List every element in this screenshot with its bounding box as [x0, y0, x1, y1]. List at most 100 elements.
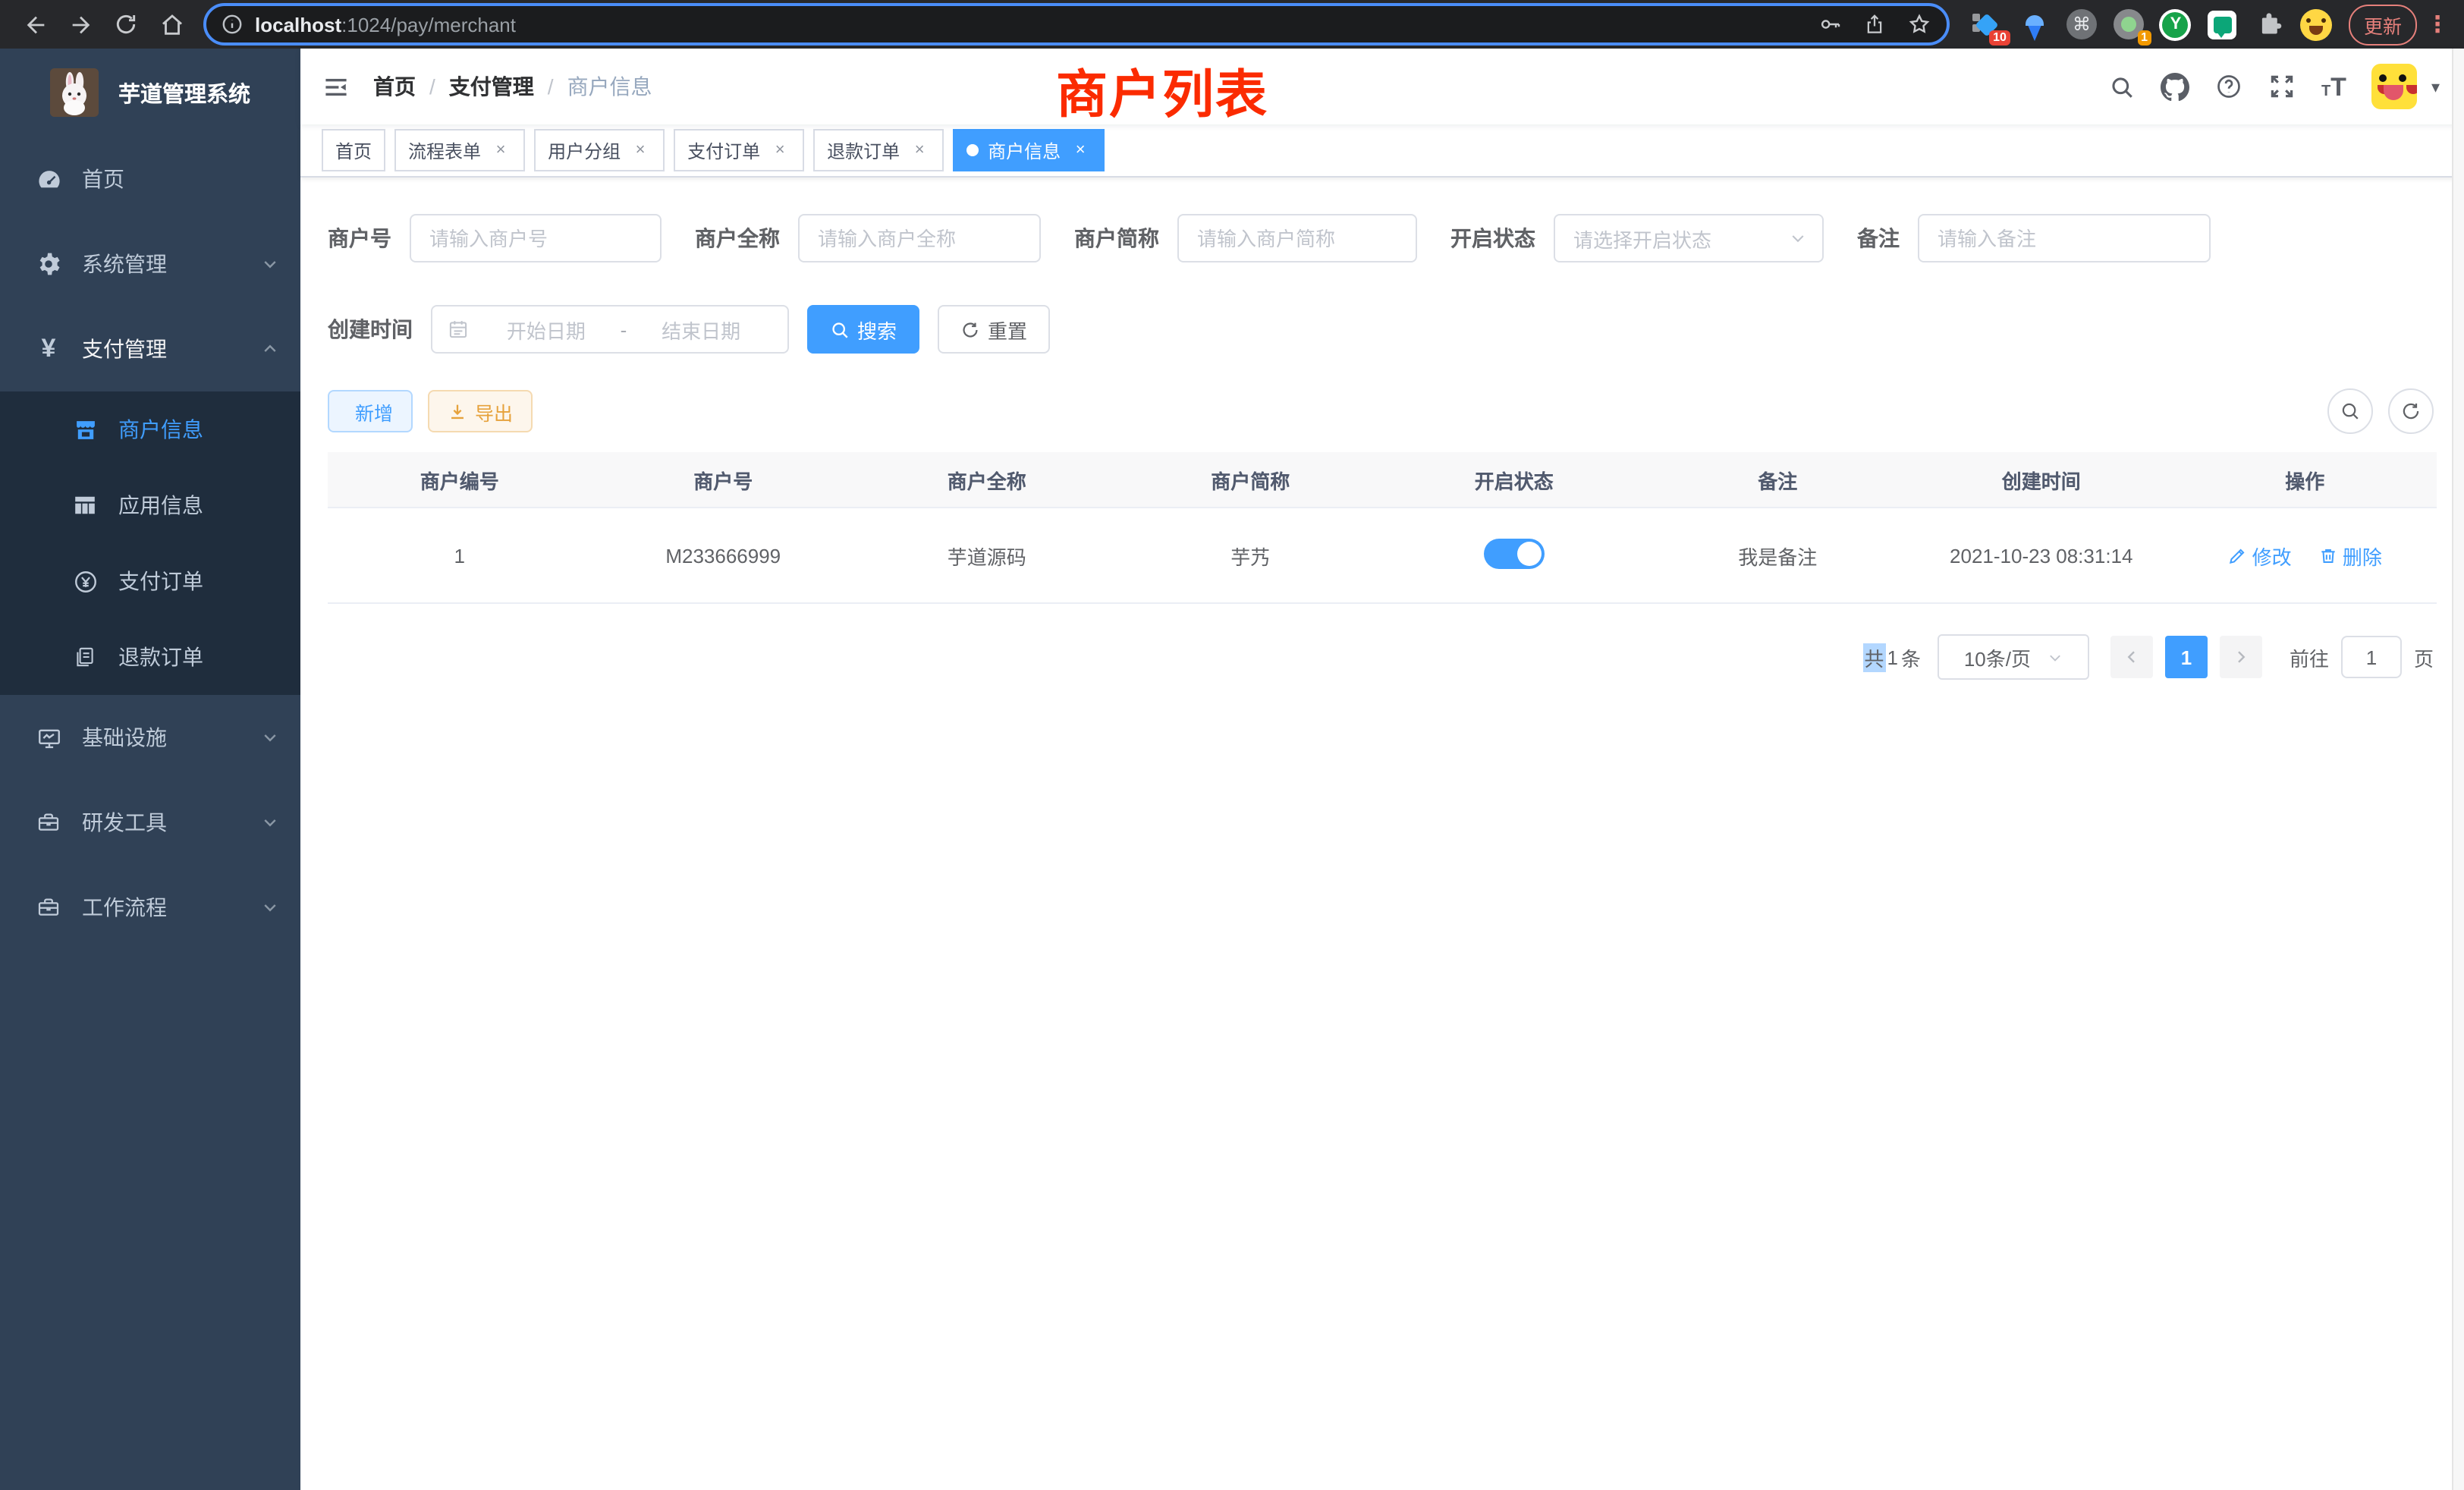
ext-command-icon[interactable]: ⌘ — [2065, 8, 2098, 41]
export-button[interactable]: 导出 — [428, 390, 533, 432]
tag-pay-order[interactable]: 支付订单 × — [674, 129, 804, 171]
sidebar-item-merchant-info[interactable]: 商户信息 — [0, 391, 300, 467]
reset-button[interactable]: 重置 — [938, 305, 1050, 354]
full-name-input[interactable] — [798, 214, 1041, 262]
chevron-left-icon — [2123, 648, 2141, 666]
active-tab-dot — [966, 144, 979, 156]
ext-chat-icon[interactable] — [2206, 8, 2239, 41]
tab-close-icon[interactable]: × — [769, 140, 790, 161]
col-merchant-no: 商户号 — [592, 452, 856, 508]
tag-home[interactable]: 首页 — [322, 129, 385, 171]
cell-merchant-no: M233666999 — [592, 508, 856, 603]
ext-emoji-icon[interactable] — [2300, 8, 2334, 41]
delete-link[interactable]: 删除 — [2318, 541, 2382, 570]
col-create-time: 创建时间 — [1909, 452, 2173, 508]
sidebar-fold-icon[interactable] — [323, 74, 349, 99]
pencil-icon — [2228, 545, 2248, 565]
chevron-right-icon — [2232, 648, 2250, 666]
document-copy-icon — [67, 645, 103, 669]
tag-merchant-info[interactable]: 商户信息 × — [953, 129, 1105, 171]
create-time-range-picker[interactable]: 开始日期 - 结束日期 — [431, 305, 789, 354]
col-short-name: 商户简称 — [1119, 452, 1383, 508]
reload-icon[interactable] — [103, 5, 149, 44]
toggle-search-button[interactable] — [2327, 388, 2373, 434]
tag-process-form[interactable]: 流程表单 × — [394, 129, 525, 171]
screen: localhost:1024/pay/merchant 10 — [0, 0, 2464, 1490]
tab-close-icon[interactable]: × — [490, 140, 511, 161]
sidebar-item-pay[interactable]: ¥ 支付管理 — [0, 306, 300, 391]
page-size-select[interactable]: 10条/页 — [1938, 634, 2089, 680]
browser-menu-icon[interactable]: ⋮ — [2426, 11, 2449, 38]
search-form-row-1: 商户号 商户全称 商户简称 开启状态 请选择开启状态 — [328, 214, 2437, 262]
end-date-placeholder: 结束日期 — [630, 315, 772, 344]
sidebar-item-app-info[interactable]: 应用信息 — [0, 467, 300, 543]
refresh-table-button[interactable] — [2388, 388, 2434, 434]
status-select[interactable]: 请选择开启状态 — [1554, 214, 1824, 262]
key-icon[interactable] — [1818, 12, 1842, 36]
goto-page-input[interactable] — [2341, 636, 2402, 678]
back-icon[interactable] — [12, 5, 58, 44]
remark-input[interactable] — [1918, 214, 2211, 262]
browser-update-button[interactable]: 更新 — [2349, 4, 2417, 45]
bookmark-star-icon[interactable] — [1907, 12, 1931, 36]
tab-close-icon[interactable]: × — [630, 140, 651, 161]
forward-icon[interactable] — [58, 5, 103, 44]
font-size-icon[interactable]: TT — [2321, 74, 2346, 99]
pagination: 共 1 条 10条/页 1 — [328, 634, 2434, 680]
trash-icon — [2318, 545, 2338, 565]
sidebar-item-home[interactable]: 首页 — [0, 137, 300, 222]
app-logo[interactable]: 芋道管理系统 — [0, 49, 300, 137]
chevron-down-icon — [1789, 229, 1807, 247]
briefcase-icon — [30, 895, 67, 919]
chevron-down-icon — [261, 728, 279, 747]
help-icon[interactable] — [2215, 73, 2242, 100]
site-info-icon[interactable] — [222, 14, 243, 35]
fullscreen-icon[interactable] — [2268, 73, 2296, 100]
header-search-icon[interactable] — [2109, 74, 2135, 99]
add-button[interactable]: 新增 — [328, 390, 413, 432]
app-title: 芋道管理系统 — [118, 77, 250, 108]
avatar-caret-down-icon[interactable]: ▾ — [2431, 77, 2440, 96]
breadcrumb-home[interactable]: 首页 — [373, 71, 416, 102]
search-button[interactable]: 搜索 — [807, 305, 919, 354]
page-scrollbar[interactable] — [2452, 49, 2464, 1490]
next-page-button[interactable] — [2220, 636, 2262, 678]
merchant-table: 商户编号 商户号 商户全称 商户简称 开启状态 备注 创建时间 操作 1 — [328, 452, 2437, 604]
ext-blocks-icon[interactable]: 10 — [1971, 8, 2004, 41]
browser-toolbar: localhost:1024/pay/merchant 10 — [0, 0, 2464, 49]
sidebar-item-pay-order[interactable]: 支付订单 — [0, 543, 300, 619]
search-icon — [830, 319, 850, 339]
short-name-input[interactable] — [1177, 214, 1417, 262]
tag-user-group[interactable]: 用户分组 × — [534, 129, 665, 171]
page-number-1[interactable]: 1 — [2165, 636, 2208, 678]
cell-short-name: 芋艿 — [1119, 508, 1383, 603]
extensions-puzzle-icon[interactable] — [2253, 8, 2286, 41]
status-toggle-on[interactable] — [1484, 538, 1545, 568]
sidebar-item-devtools[interactable]: 研发工具 — [0, 780, 300, 865]
sidebar-item-infra[interactable]: 基础设施 — [0, 695, 300, 780]
cell-remark: 我是备注 — [1646, 508, 1910, 603]
share-icon[interactable] — [1863, 12, 1886, 36]
home-icon[interactable] — [149, 5, 194, 44]
url-host: localhost — [255, 13, 341, 36]
prev-page-button[interactable] — [2110, 636, 2153, 678]
ext-recorder-icon[interactable]: 1 — [2112, 8, 2145, 41]
github-icon[interactable] — [2161, 72, 2189, 101]
tab-close-icon[interactable]: × — [1070, 140, 1091, 161]
create-time-label: 创建时间 — [328, 314, 431, 344]
chevron-down-icon — [2046, 649, 2063, 665]
sidebar-item-workflow[interactable]: 工作流程 — [0, 865, 300, 950]
tab-close-icon[interactable]: × — [909, 140, 930, 161]
merchant-no-input[interactable] — [410, 214, 662, 262]
user-avatar[interactable] — [2372, 64, 2418, 109]
table-header-row: 商户编号 商户号 商户全称 商户简称 开启状态 备注 创建时间 操作 — [328, 452, 2437, 508]
sidebar-item-system[interactable]: 系统管理 — [0, 222, 300, 306]
breadcrumb-pay[interactable]: 支付管理 — [449, 71, 534, 102]
sidebar-item-refund-order[interactable]: 退款订单 — [0, 619, 300, 695]
ext-pin-icon[interactable] — [2018, 2, 2051, 47]
ext-y-icon[interactable]: Y — [2159, 8, 2192, 41]
tag-refund-order[interactable]: 退款订单 × — [813, 129, 944, 171]
chevron-up-icon — [261, 340, 279, 358]
address-bar[interactable]: localhost:1024/pay/merchant — [203, 3, 1950, 46]
edit-link[interactable]: 修改 — [2228, 541, 2292, 570]
